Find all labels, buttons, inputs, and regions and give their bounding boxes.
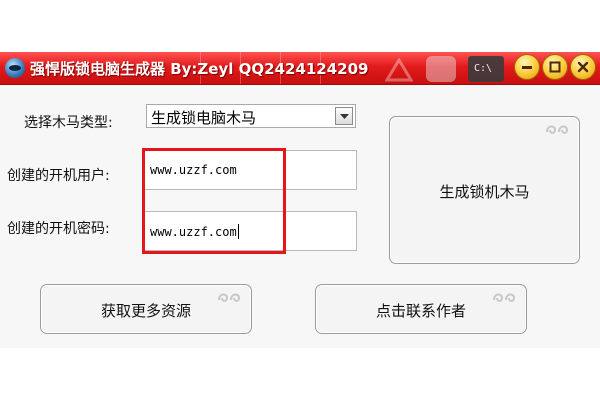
generate-trojan-button[interactable]: 生成锁机木马 — [389, 116, 580, 264]
get-resources-label: 获取更多资源 — [100, 302, 191, 320]
maximize-button[interactable] — [542, 54, 568, 80]
boot-user-input[interactable]: www.uzzf.com — [143, 150, 357, 190]
trojan-type-select[interactable]: 生成锁电脑木马 — [146, 104, 356, 128]
trojan-type-label: 选择木马类型: — [24, 115, 113, 131]
curl-ornament-icon — [546, 125, 569, 134]
boot-password-input[interactable]: www.uzzf.com — [143, 211, 357, 251]
boot-password-label: 创建的开机密码: — [7, 221, 110, 237]
get-resources-button[interactable]: 获取更多资源 — [40, 284, 252, 334]
app-window: C:\ 强悍版锁电脑生成器 By:Zeyl QQ2424124209 选择木马类… — [0, 52, 600, 348]
app-logo-icon — [5, 58, 25, 78]
triangle-icon — [385, 58, 413, 82]
boot-user-label: 创建的开机用户: — [7, 168, 110, 184]
contact-author-label: 点击联系作者 — [375, 302, 466, 320]
boot-password-value: www.uzzf.com — [150, 225, 237, 239]
title-bar[interactable]: C:\ 强悍版锁电脑生成器 By:Zeyl QQ2424124209 — [0, 52, 600, 85]
gear-icon — [426, 56, 456, 82]
generate-trojan-label: 生成锁机木马 — [439, 183, 530, 201]
boot-user-value: www.uzzf.com — [150, 163, 237, 177]
dropdown-arrow-button[interactable] — [335, 107, 353, 125]
chevron-down-icon — [340, 114, 349, 119]
close-icon — [577, 61, 589, 73]
minimize-icon — [522, 66, 532, 69]
contact-author-button[interactable]: 点击联系作者 — [315, 284, 527, 334]
close-button[interactable] — [570, 54, 596, 80]
terminal-icon: C:\ — [468, 56, 504, 82]
window-title: 强悍版锁电脑生成器 By:Zeyl QQ2424124209 — [30, 60, 369, 78]
minimize-button[interactable] — [514, 54, 540, 80]
terminal-icon-label: C:\ — [474, 63, 493, 74]
maximize-icon — [549, 61, 561, 73]
boot-password-text: www.uzzf.com — [150, 224, 239, 239]
trojan-type-value: 生成锁电脑木马 — [151, 109, 257, 127]
text-caret — [237, 224, 239, 239]
